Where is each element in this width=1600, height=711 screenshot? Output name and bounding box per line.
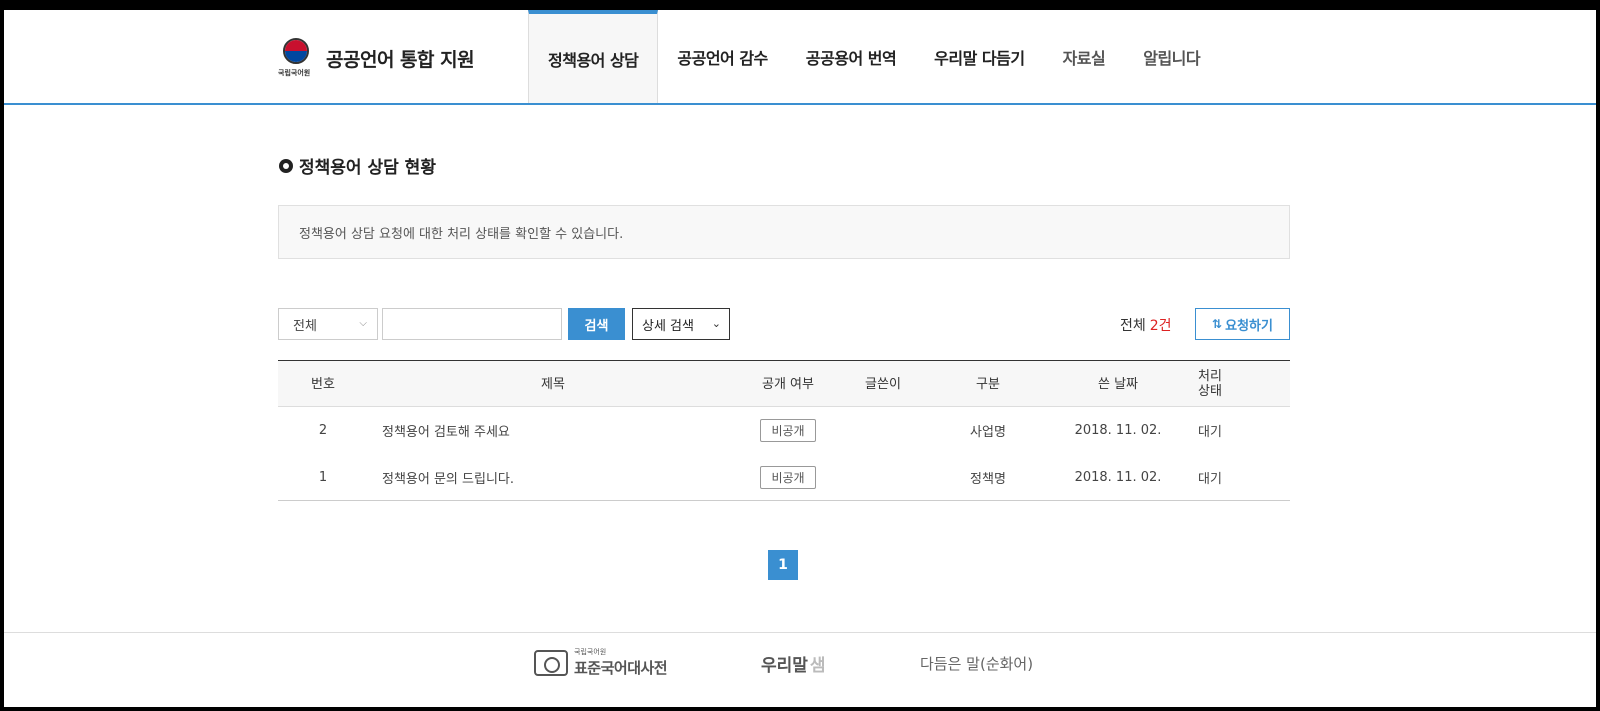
- nav-item-public-review[interactable]: 공공언어 감수: [658, 10, 786, 103]
- page-title-text: 정책용어 상담 현황: [299, 158, 436, 178]
- dictionary-logo-icon: [534, 649, 568, 676]
- consult-table: 번호 제목 공개 여부 글쓴이 구분 쓴 날짜 처리 상태 2 정책용어 검토해…: [278, 360, 1290, 501]
- pagination-page-current[interactable]: 1: [768, 550, 798, 580]
- footer-logo1-big: 표준국어대사전: [574, 659, 668, 677]
- table-row[interactable]: 2 정책용어 검토해 주세요 비공개 사업명 2018. 11. 02. 대기: [278, 407, 1290, 454]
- footer-logo2-main: 우리말: [761, 656, 808, 676]
- col-header-date: 쓴 날짜: [1097, 376, 1138, 392]
- bullet-circle-icon: [279, 158, 293, 173]
- row-open: 비공개: [738, 454, 838, 501]
- search-button[interactable]: 검색: [568, 308, 625, 340]
- nav-item-notices[interactable]: 알립니다: [1124, 10, 1219, 103]
- footer-logo2-light: 샘: [809, 656, 826, 676]
- total-count: 전체 2건: [1120, 315, 1172, 335]
- nav-item-refine-words[interactable]: 우리말 다듬기: [915, 10, 1043, 103]
- chevron-down-icon: ⌄: [711, 317, 721, 330]
- site-header: 국립국어원 공공언어 통합 지원 정책용어 상담 공공언어 감수 공공용어 번역…: [4, 10, 1596, 105]
- col-header-type: 구분: [976, 376, 1000, 392]
- search-filter-value: 전체: [293, 318, 317, 334]
- row-no: 1: [318, 470, 328, 485]
- row-type: 사업명: [970, 425, 1006, 440]
- col-header-writer: 글쓴이: [865, 376, 901, 392]
- info-notice: 정책용어 상담 요청에 대한 처리 상태를 확인할 수 있습니다.: [278, 205, 1290, 259]
- row-no: 2: [318, 423, 328, 438]
- search-bar: 전체 ⌵ 검색 상세 검색 ⌄ 전체 2건 ⇅ 요청하기: [278, 308, 1290, 340]
- sort-arrows-icon: ⇅: [1212, 317, 1223, 331]
- row-open: 비공개: [738, 407, 838, 454]
- private-badge: 비공개: [760, 466, 816, 489]
- search-input[interactable]: [382, 308, 562, 340]
- request-label: 요청하기: [1225, 318, 1273, 334]
- col-header-open: 공개 여부: [762, 376, 814, 392]
- row-type: 정책명: [970, 472, 1006, 487]
- search-filter-select[interactable]: 전체 ⌵: [278, 308, 378, 340]
- detail-search-label: 상세 검색: [642, 318, 694, 334]
- col-header-title: 제목: [541, 376, 565, 392]
- logo-title: 공공언어 통합 지원: [326, 48, 475, 71]
- site-logo[interactable]: 국립국어원 공공언어 통합 지원: [278, 38, 475, 78]
- total-count-value: 2건: [1149, 318, 1172, 334]
- taegeuk-icon: 국립국어원: [278, 38, 312, 78]
- main-nav: 정책용어 상담 공공언어 감수 공공용어 번역 우리말 다듬기 자료실 알립니다: [528, 10, 1219, 103]
- page-frame: 국립국어원 공공언어 통합 지원 정책용어 상담 공공언어 감수 공공용어 번역…: [4, 10, 1596, 707]
- row-title-link[interactable]: 정책용어 검토해 주세요: [382, 407, 752, 454]
- col-header-no: 번호: [311, 376, 335, 392]
- col-header-status: 처리 상태: [1198, 369, 1222, 399]
- nav-item-archive[interactable]: 자료실: [1044, 10, 1125, 103]
- footer-link-standard-dictionary[interactable]: 국립국어원 표준국어대사전: [534, 647, 668, 678]
- footer-link-urimalsaem[interactable]: 우리말 샘: [761, 651, 826, 676]
- site-footer: 국립국어원 표준국어대사전 우리말 샘 다듬은 말(순화어): [4, 632, 1596, 707]
- private-badge: 비공개: [760, 419, 816, 442]
- total-label: 전체: [1120, 318, 1146, 334]
- nav-item-policy-consult[interactable]: 정책용어 상담: [528, 10, 659, 103]
- table-header: 번호 제목 공개 여부 글쓴이 구분 쓴 날짜 처리 상태: [278, 361, 1290, 407]
- row-status: 대기: [1198, 425, 1222, 440]
- detail-search-button[interactable]: 상세 검색 ⌄: [632, 308, 730, 340]
- chevron-down-icon: ⌵: [359, 318, 367, 329]
- row-date: 2018. 11. 02.: [1074, 470, 1162, 485]
- row-date: 2018. 11. 02.: [1074, 423, 1162, 438]
- nav-item-public-translation[interactable]: 공공용어 번역: [787, 10, 915, 103]
- table-row[interactable]: 1 정책용어 문의 드립니다. 비공개 정책명 2018. 11. 02. 대기: [278, 454, 1290, 501]
- footer-logo1-small: 국립국어원: [574, 648, 607, 656]
- page-title: 정책용어 상담 현황: [279, 153, 436, 178]
- request-button[interactable]: ⇅ 요청하기: [1195, 308, 1290, 340]
- logo-sub-label: 국립국어원: [278, 69, 311, 77]
- row-writer: [838, 454, 928, 501]
- row-title-link[interactable]: 정책용어 문의 드립니다.: [382, 454, 752, 501]
- row-writer: [838, 407, 928, 454]
- row-status: 대기: [1198, 472, 1222, 487]
- footer-link-refined-words[interactable]: 다듬은 말(순화어): [920, 653, 1033, 674]
